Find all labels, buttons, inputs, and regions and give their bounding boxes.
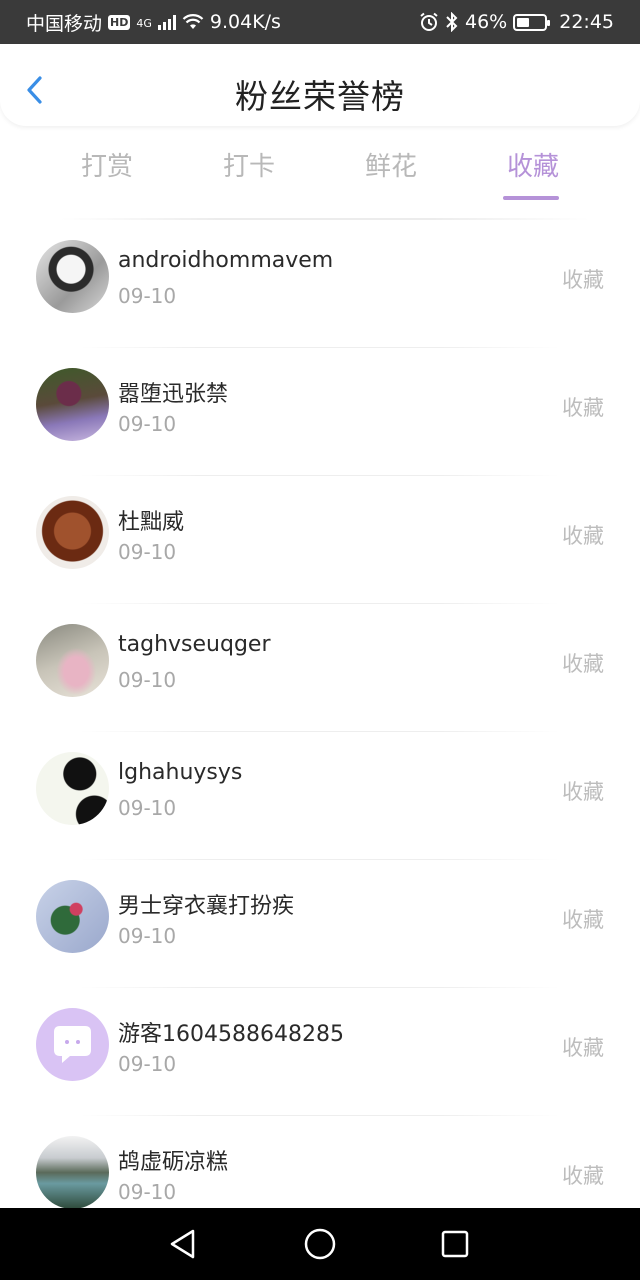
- list-item[interactable]: 杜黜威 09-10 收藏: [0, 476, 640, 604]
- carrier-label: 中国移动: [26, 12, 103, 35]
- square-recents-icon[interactable]: [437, 1226, 473, 1262]
- battery-percent: 46%: [465, 11, 508, 33]
- net-speed: 9.04K/s: [209, 11, 281, 33]
- circle-home-icon[interactable]: [302, 1226, 338, 1262]
- action-label: 收藏: [562, 1164, 604, 1188]
- list-item[interactable]: 游客1604588648285 09-10 收藏: [0, 988, 640, 1116]
- date: 09-10: [118, 284, 177, 308]
- avatar[interactable]: [36, 624, 109, 697]
- username: 嚣堕迅张禁: [118, 382, 229, 407]
- avatar[interactable]: [36, 496, 109, 569]
- list-item[interactable]: lghahuysys 09-10 收藏: [0, 732, 640, 860]
- tab-label: 打卡: [222, 152, 275, 182]
- status-bar: 中国移动 HD 4G 9.04K/s 46% 22:45: [0, 0, 640, 44]
- action-label: 收藏: [562, 652, 604, 676]
- date: 09-10: [118, 1052, 177, 1076]
- username: 鸪虚砺凉糕: [118, 1150, 229, 1175]
- date: 09-10: [118, 924, 177, 948]
- action-label: 收藏: [562, 268, 604, 292]
- tab-favorites[interactable]: 收藏: [473, 146, 593, 206]
- avatar[interactable]: [36, 880, 109, 953]
- screen: 中国移动 HD 4G 9.04K/s 46% 22:45 粉丝荣誉榜 打赏 打卡…: [0, 0, 640, 1280]
- wifi-icon: [182, 14, 204, 29]
- username: taghvseuqger: [118, 632, 271, 657]
- list-item[interactable]: androidhommavem 09-10 收藏: [0, 220, 640, 348]
- tab-label: 收藏: [506, 152, 559, 182]
- status-left: 中国移动 HD 4G 9.04K/s: [26, 9, 281, 36]
- date: 09-10: [118, 412, 177, 436]
- username: 男士穿衣襄打扮疾: [118, 894, 295, 919]
- tab-checkin[interactable]: 打卡: [189, 146, 309, 206]
- tab-reward[interactable]: 打赏: [47, 146, 167, 206]
- clock: 22:45: [559, 11, 614, 33]
- avatar[interactable]: [36, 240, 109, 313]
- list-item[interactable]: 嚣堕迅张禁 09-10 收藏: [0, 348, 640, 476]
- username: lghahuysys: [118, 760, 243, 785]
- active-tab-indicator: [503, 196, 559, 200]
- network-type: 4G: [136, 16, 152, 30]
- username: 杜黜威: [118, 510, 185, 535]
- signal-icon: [157, 14, 176, 30]
- status-right: 46% 22:45: [419, 11, 614, 33]
- action-label: 收藏: [562, 908, 604, 932]
- date: 09-10: [118, 796, 177, 820]
- username: 游客1604588648285: [118, 1022, 344, 1047]
- app-header: 粉丝荣誉榜: [0, 44, 640, 126]
- battery-icon: [513, 13, 551, 31]
- avatar[interactable]: [36, 752, 109, 825]
- username: androidhommavem: [118, 248, 334, 273]
- tab-bar: 打赏 打卡 鲜花 收藏: [0, 126, 640, 218]
- action-label: 收藏: [562, 1036, 604, 1060]
- avatar[interactable]: [36, 368, 109, 441]
- action-label: 收藏: [562, 780, 604, 804]
- action-label: 收藏: [562, 396, 604, 420]
- action-label: 收藏: [562, 524, 604, 548]
- alarm-icon: [420, 12, 438, 31]
- bluetooth-icon: [446, 12, 458, 32]
- hd-badge: HD: [108, 14, 131, 30]
- system-nav-bar: [0, 1208, 640, 1280]
- list-item[interactable]: taghvseuqger 09-10 收藏: [0, 604, 640, 732]
- tab-flowers[interactable]: 鲜花: [331, 146, 451, 206]
- date: 09-10: [118, 1180, 177, 1204]
- date: 09-10: [118, 540, 177, 564]
- avatar[interactable]: [36, 1136, 109, 1209]
- fan-list: androidhommavem 09-10 收藏 嚣堕迅张禁 09-10 收藏 …: [0, 220, 640, 1244]
- chat-bubble-icon: [54, 1026, 91, 1063]
- list-item[interactable]: 男士穿衣襄打扮疾 09-10 收藏: [0, 860, 640, 988]
- triangle-back-icon[interactable]: [165, 1226, 201, 1262]
- tab-label: 打赏: [80, 152, 133, 182]
- page-title: 粉丝荣誉榜: [235, 77, 405, 116]
- avatar[interactable]: [36, 1008, 109, 1081]
- tab-label: 鲜花: [364, 152, 417, 182]
- date: 09-10: [118, 668, 177, 692]
